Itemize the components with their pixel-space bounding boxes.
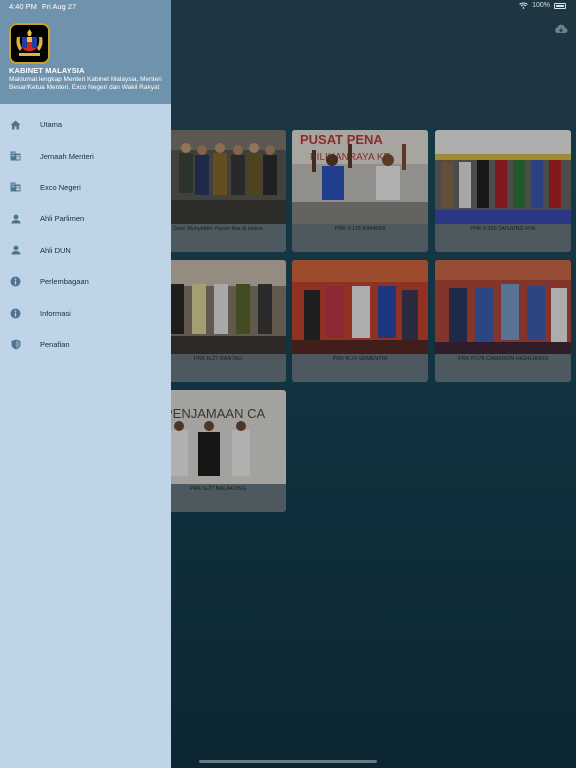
menu-label: Informasi xyxy=(40,308,71,318)
navigation-drawer: KABINET MALAYSIA Maklumat lengkap Menter… xyxy=(0,0,171,768)
battery-icon xyxy=(554,2,566,9)
home-indicator[interactable] xyxy=(199,760,377,763)
menu-item-informasi[interactable]: Informasi xyxy=(0,297,171,328)
wifi-icon xyxy=(519,2,528,9)
status-time: 4:40 PM xyxy=(9,2,37,11)
menu-label: Ahli Parlimen xyxy=(40,214,85,224)
menu-item-jemaah-menteri[interactable]: Jemaah Menteri xyxy=(0,140,171,171)
menu-label: Jemaah Menteri xyxy=(40,151,94,161)
malaysia-coat-of-arms-logo xyxy=(9,23,50,64)
menu-item-utama[interactable]: Utama xyxy=(0,109,171,140)
shield-icon xyxy=(10,339,21,350)
drawer-menu: Utama Jemaah Menteri Exco Negeri Ahli Pa… xyxy=(0,109,171,360)
drawer-header: KABINET MALAYSIA Maklumat lengkap Menter… xyxy=(0,0,171,104)
building-icon xyxy=(10,182,21,193)
person-icon xyxy=(10,245,21,256)
app-title: KABINET MALAYSIA xyxy=(9,66,85,75)
menu-label: Utama xyxy=(40,120,63,130)
menu-item-penafian[interactable]: Penafian xyxy=(0,329,171,360)
menu-label: Exco Negeri xyxy=(40,182,81,192)
home-icon xyxy=(10,119,21,130)
status-indicators: 100% xyxy=(519,2,566,9)
menu-label: Perlembagaan xyxy=(40,277,89,287)
menu-item-perlembagaan[interactable]: Perlembagaan xyxy=(0,266,171,297)
menu-label: Ahli DUN xyxy=(40,245,71,255)
menu-label: Penafian xyxy=(40,339,70,349)
battery-percent: 100% xyxy=(532,2,550,9)
menu-item-ahli-dun[interactable]: Ahli DUN xyxy=(0,235,171,266)
person-icon xyxy=(10,213,21,224)
building-icon xyxy=(10,151,21,162)
status-date: Fri Aug 27 xyxy=(42,2,77,11)
app-description: Maklumat lengkap Menteri Kabinet Malaysi… xyxy=(9,76,162,92)
menu-item-ahli-parlimen[interactable]: Ahli Parlimen xyxy=(0,203,171,234)
info-icon xyxy=(10,308,21,319)
status-bar: 4:40 PM Fri Aug 27 100% xyxy=(0,0,576,14)
menu-item-exco-negeri[interactable]: Exco Negeri xyxy=(0,172,171,203)
info-icon xyxy=(10,276,21,287)
